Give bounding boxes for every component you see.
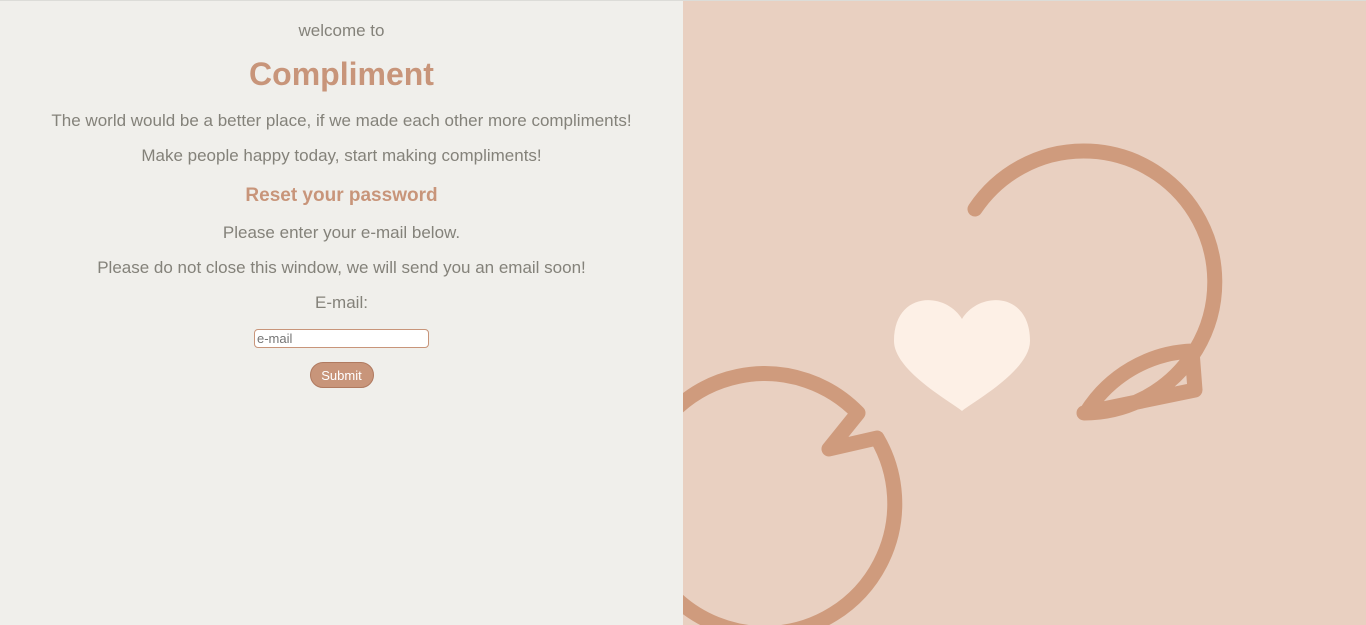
instruction-text: Please enter your e-mail below.	[222, 223, 461, 242]
tagline-text: The world would be a better place, if we…	[51, 111, 632, 130]
illustration-panel	[683, 1, 1366, 625]
front-speech-bubble	[683, 366, 903, 625]
email-label: E-mail:	[315, 293, 368, 312]
brand-title: Compliment	[249, 56, 434, 92]
heart-icon	[894, 300, 1030, 411]
welcome-text: welcome to	[298, 21, 385, 40]
submit-button[interactable]: Submit	[309, 362, 374, 388]
form-panel: welcome to Compliment The world would be…	[0, 1, 683, 625]
tagline-secondary-text: Make people happy today, start making co…	[141, 146, 542, 165]
chat-bubbles-heart-icon	[683, 143, 1223, 625]
reset-password-heading: Reset your password	[245, 185, 438, 206]
reset-password-page: welcome to Compliment The world would be…	[0, 0, 1366, 625]
notice-text: Please do not close this window, we will…	[97, 258, 586, 277]
email-field[interactable]	[254, 329, 429, 348]
